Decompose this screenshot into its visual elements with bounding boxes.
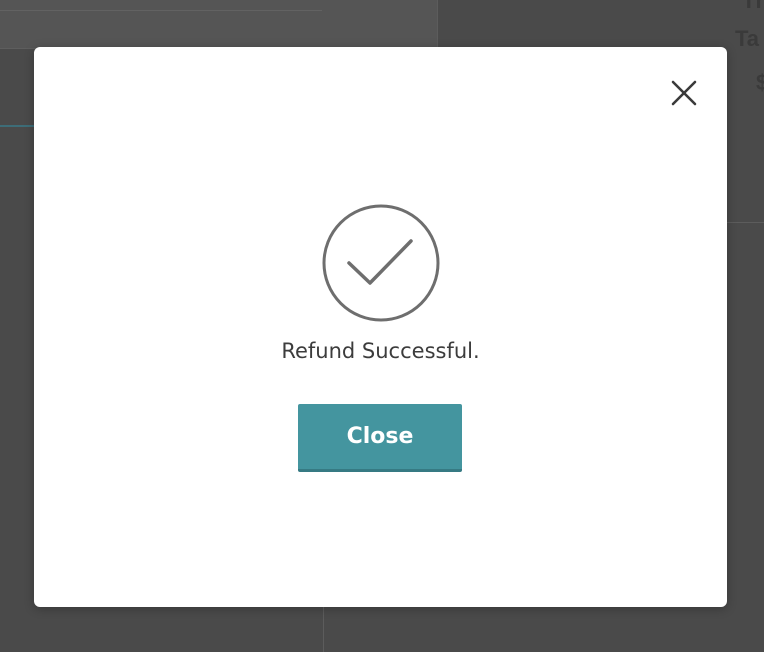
background-text: Ta — [735, 28, 760, 50]
background-tab-underline — [0, 125, 34, 127]
background-divider — [437, 0, 438, 48]
background-header — [0, 0, 438, 49]
background-text: $ — [756, 72, 764, 94]
background-divider — [323, 606, 324, 652]
refund-success-dialog: Refund Successful. Close — [34, 47, 727, 607]
close-button[interactable]: Close — [298, 404, 462, 472]
close-icon[interactable] — [664, 73, 704, 113]
background-text: Th — [742, 0, 764, 12]
background-header-row — [0, 0, 322, 11]
checkmark-circle-icon — [321, 203, 441, 323]
success-message: Refund Successful. — [281, 339, 480, 363]
background-divider — [727, 222, 764, 223]
